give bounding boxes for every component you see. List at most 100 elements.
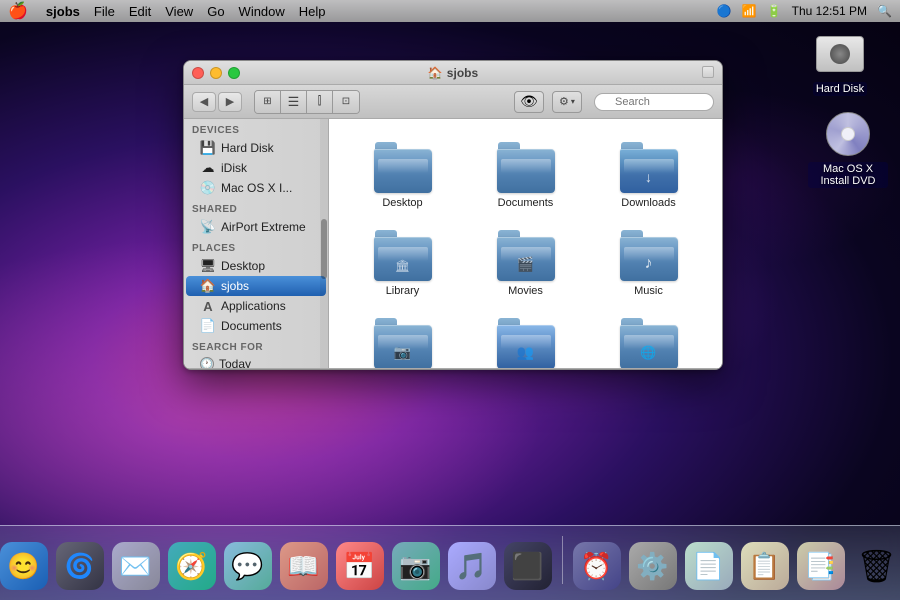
sidebar-item-macosx-dvd[interactable]: 💿 Mac OS X I...	[186, 178, 326, 198]
safari-dock-icon: 🧭	[168, 542, 216, 590]
menubar-left: 🍎 sjobs File Edit View Go Window Help	[8, 1, 326, 21]
dashboard-dock-icon: 🌀	[56, 542, 104, 590]
mail-dock-icon: ✉️	[112, 542, 160, 590]
dock-ical[interactable]: 📅	[334, 538, 386, 590]
address-book-dock-icon: 📖	[280, 542, 328, 590]
maximize-button[interactable]	[228, 67, 240, 79]
dock-preview[interactable]: 📄	[683, 538, 735, 590]
file-item-library[interactable]: 🏛 Library	[345, 223, 460, 303]
dock-time-machine[interactable]: ⏰	[571, 538, 623, 590]
file-item-movies[interactable]: 🎬 Movies	[468, 223, 583, 303]
action-arrow: ▾	[571, 97, 575, 106]
itunes-dock-icon: 🎵	[448, 542, 496, 590]
sidebar-item-hard-disk[interactable]: 💾 Hard Disk	[186, 138, 326, 158]
titlebar-buttons	[192, 67, 240, 79]
nav-buttons: ◀ ▶	[192, 92, 242, 112]
ical-dock-icon: 📅	[336, 542, 384, 590]
library-folder-icon: 🏛	[373, 229, 433, 281]
menubar-finder[interactable]: sjobs	[46, 4, 80, 19]
sidebar-item-applications[interactable]: A Applications	[186, 296, 326, 316]
airport-icon: 📡	[200, 219, 216, 235]
close-button[interactable]	[192, 67, 204, 79]
menubar-edit[interactable]: Edit	[129, 4, 151, 19]
finder-window: 🏠 sjobs ◀ ▶ ⊞ ☰ ⫿ ⊡ 👁 ⚙ ▾	[183, 60, 723, 370]
view-coverflow-button[interactable]: ⊡	[333, 91, 359, 113]
dock-separator	[562, 536, 563, 584]
file-item-pictures[interactable]: 📷 Pictures	[345, 311, 460, 368]
home-sidebar-icon: 🏠	[200, 278, 216, 294]
file-item-music[interactable]: ♪ Music	[591, 223, 706, 303]
minimize-button[interactable]	[210, 67, 222, 79]
dock-iphoto[interactable]: 📷	[390, 538, 442, 590]
search-input[interactable]	[594, 93, 714, 111]
file-item-documents[interactable]: Documents	[468, 135, 583, 215]
dock-safari[interactable]: 🧭	[166, 538, 218, 590]
file-item-sites[interactable]: 🌐 Sites	[591, 311, 706, 368]
zoom-button[interactable]	[702, 66, 714, 78]
dvd-label: Mac OS X Install DVD	[808, 162, 888, 188]
view-list-button[interactable]: ☰	[281, 91, 307, 113]
wifi-icon: 📶	[742, 4, 757, 18]
eye-icon: 👁	[520, 93, 538, 110]
dock-dashboard[interactable]: 🌀	[54, 538, 106, 590]
dock-address-book[interactable]: 📖	[278, 538, 330, 590]
documents-folder-icon	[496, 141, 556, 193]
file-item-public[interactable]: 👥 Public	[468, 311, 583, 368]
view-icon-button[interactable]: ⊞	[255, 91, 281, 113]
idisk-icon: ☁	[200, 160, 216, 176]
movies-folder-label: Movies	[508, 285, 543, 297]
iphoto-dock-icon: 📷	[392, 542, 440, 590]
downloads-folder-label: Downloads	[621, 197, 675, 209]
menubar-go[interactable]: Go	[207, 4, 224, 19]
back-button[interactable]: ◀	[192, 92, 216, 112]
sidebar-label-idisk: iDisk	[221, 161, 247, 175]
file-item-downloads[interactable]: ↓ Downloads	[591, 135, 706, 215]
dock-ichat[interactable]: 💬	[222, 538, 274, 590]
clock: Thu 12:51 PM	[792, 4, 867, 18]
sidebar-item-airport[interactable]: 📡 AirPort Extreme	[186, 217, 326, 237]
desktop-icon-hard-disk[interactable]: Hard Disk	[800, 30, 880, 96]
desktop-icon-dvd[interactable]: Mac OS X Install DVD	[808, 110, 888, 188]
sidebar-item-desktop[interactable]: 🖥 Desktop	[186, 256, 326, 276]
action-button[interactable]: ⚙ ▾	[552, 91, 582, 113]
hard-disk-icon	[816, 30, 864, 78]
status-bar: 9 items, 62.71 GB available	[184, 368, 722, 370]
sidebar-section-search: SEARCH FOR	[184, 336, 328, 355]
dock-finder[interactable]: 😊	[0, 538, 50, 590]
sidebar-scrollbar-thumb[interactable]	[321, 219, 327, 279]
menubar: 🍎 sjobs File Edit View Go Window Help 🔵 …	[0, 0, 900, 22]
dock-pdf2[interactable]: 📑	[795, 538, 847, 590]
hard-disk-sidebar-icon: 💾	[200, 140, 216, 156]
dock-system-prefs[interactable]: ⚙️	[627, 538, 679, 590]
sidebar-scrollbar[interactable]	[320, 119, 328, 368]
trash-dock-icon: 🗑	[853, 542, 900, 590]
music-folder-label: Music	[634, 285, 663, 297]
file-item-desktop[interactable]: Desktop	[345, 135, 460, 215]
dock-spaces[interactable]: ⬛	[502, 538, 554, 590]
menubar-window[interactable]: Window	[239, 4, 285, 19]
sidebar-label-hard-disk: Hard Disk	[221, 141, 274, 155]
dock-itunes[interactable]: 🎵	[446, 538, 498, 590]
home-icon: 🏠	[428, 66, 443, 80]
menubar-view[interactable]: View	[165, 4, 193, 19]
sidebar-item-sjobs[interactable]: 🏠 sjobs	[186, 276, 326, 296]
sidebar-item-documents[interactable]: 📄 Documents	[186, 316, 326, 336]
apple-menu[interactable]: 🍎	[8, 1, 28, 21]
pdf1-dock-icon: 📋	[741, 542, 789, 590]
menubar-help[interactable]: Help	[299, 4, 326, 19]
toolbar: ◀ ▶ ⊞ ☰ ⫿ ⊡ 👁 ⚙ ▾ 🔍	[184, 85, 722, 119]
sidebar-label-today: Today	[219, 357, 251, 368]
quick-look-button[interactable]: 👁	[514, 91, 544, 113]
menubar-file[interactable]: File	[94, 4, 115, 19]
dock-pdf1[interactable]: 📋	[739, 538, 791, 590]
downloads-folder-icon: ↓	[619, 141, 679, 193]
forward-button[interactable]: ▶	[218, 92, 242, 112]
sidebar-item-today[interactable]: 🕐 Today	[186, 355, 326, 368]
sidebar-item-idisk[interactable]: ☁ iDisk	[186, 158, 326, 178]
desktop-folder-icon	[373, 141, 433, 193]
view-column-button[interactable]: ⫿	[307, 91, 333, 113]
dock-mail[interactable]: ✉️	[110, 538, 162, 590]
dock-trash[interactable]: 🗑	[851, 538, 900, 590]
sidebar-section-places: PLACES	[184, 237, 328, 256]
spotlight-icon[interactable]: 🔍	[877, 4, 892, 18]
